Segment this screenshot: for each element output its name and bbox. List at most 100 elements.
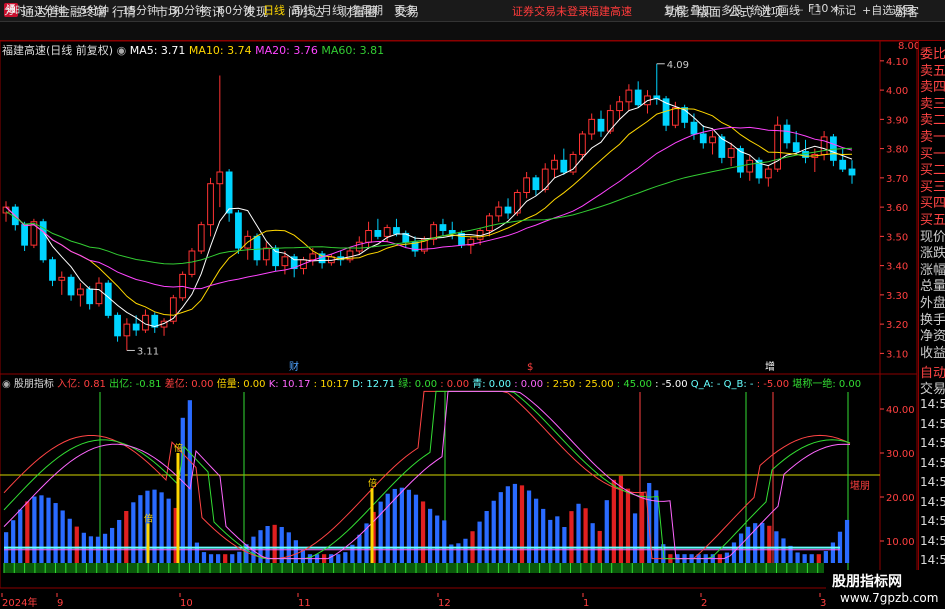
period-1min[interactable]: 1分钟	[36, 2, 65, 18]
low-marker-label: 3.11	[137, 346, 159, 357]
ind-bar-90	[640, 492, 645, 563]
tool-duogu[interactable]: 多股	[721, 2, 743, 18]
ind-bar-47	[336, 554, 341, 563]
ind-bar-116	[823, 551, 828, 563]
period-30min[interactable]: 30分钟	[170, 2, 206, 18]
stock-chart[interactable]: 4.10 4.00 3.90 3.80 3.70 3.60 3.50 3.40 3.30 3.20…	[0, 41, 918, 609]
date-label-6: 2	[701, 598, 707, 609]
ind-bar-110	[781, 538, 786, 563]
ma60-line	[5, 147, 853, 265]
ind-label-2: 20.00	[886, 493, 915, 504]
ind-bar-61	[435, 515, 440, 563]
period-fenshi[interactable]: 分时	[4, 2, 26, 18]
candle-body-25	[235, 212, 242, 249]
ind-bar-71	[505, 486, 510, 563]
ind-bar-18	[131, 502, 136, 563]
period-60min[interactable]: 60分钟	[218, 2, 254, 18]
indicator-settings-icon[interactable]: ◉	[2, 379, 11, 390]
ind-bar-108	[767, 525, 772, 563]
candle-body-78	[727, 148, 735, 158]
trade-time-7: 14:56	[920, 533, 945, 548]
trade-time-1: 14:56	[920, 416, 945, 431]
ind-bar-58	[413, 494, 419, 563]
ind-bar-64	[456, 543, 461, 563]
ind-bar-76	[541, 508, 546, 563]
price-label-4: 3.70	[886, 174, 908, 185]
trade-time-3: 14:56	[920, 455, 945, 470]
period-more[interactable]: 更多	[394, 2, 416, 18]
price-label-9: 3.20	[886, 320, 908, 331]
bei-label-0: 倍	[144, 512, 153, 524]
tool-fuquan[interactable]: 复权	[664, 2, 686, 18]
candle-body-29	[272, 247, 279, 267]
ind-bar-60	[428, 508, 433, 563]
indicator-value-10: : 0.00	[514, 379, 547, 390]
candle-body-76	[709, 136, 716, 144]
ind-bar-54	[385, 493, 390, 563]
candle-body-2	[21, 224, 28, 246]
ind-bar-83	[590, 523, 595, 563]
date-label-0: 2024年	[2, 596, 37, 609]
tool-huaxian[interactable]: 画线	[778, 2, 800, 18]
tool-diejia[interactable]: 叠加	[690, 2, 712, 18]
tool-f10[interactable]: F10	[808, 2, 828, 15]
tool-biaoji[interactable]: 标记	[834, 2, 856, 18]
period-5min[interactable]: 5分钟	[80, 2, 109, 18]
ind-bar-16	[117, 519, 122, 563]
candle-body-60	[560, 159, 568, 173]
ind-label-0: 40.00	[886, 405, 915, 416]
ind-bar-73	[519, 485, 525, 563]
ind-bar-4	[32, 496, 37, 563]
indicator-value-1: 出亿: -0.81	[109, 379, 165, 390]
candle-body-28	[262, 247, 270, 261]
settings-icon[interactable]: ◉	[117, 44, 127, 57]
login-alert[interactable]: 证券交易未登录	[512, 3, 589, 19]
price-label-3: 3.80	[886, 145, 908, 156]
ma5-label: MA5: 3.71	[129, 44, 186, 57]
candle-body-42	[393, 227, 400, 234]
adjust-mode: (日线 前复权)	[46, 44, 114, 57]
stock-alert[interactable]: 福建高速	[588, 3, 632, 19]
indicator-value-14: : -5.00	[655, 379, 691, 390]
tool-tongji[interactable]: 统计	[750, 2, 772, 18]
price-label-6: 3.50	[886, 232, 908, 243]
date-label-1: 9	[57, 598, 63, 609]
candle-body-74	[690, 121, 698, 135]
bei-label-1: 倍	[174, 442, 183, 454]
date-label-5: 1	[583, 598, 589, 609]
ind-inline-label: 堪朋	[850, 480, 870, 492]
candle-body-88	[820, 136, 828, 155]
candle-body-8	[76, 288, 84, 296]
candle-body-14	[132, 323, 140, 331]
date-label-3: 11	[298, 598, 311, 609]
period-daily[interactable]: 日线	[263, 2, 285, 18]
indicator-value-9: 青: 0.00	[472, 379, 515, 390]
indicator-value-16: Q_B: -	[723, 379, 757, 390]
candle-body-12	[114, 314, 121, 337]
ind-bar-79	[562, 527, 567, 563]
date-label-2: 10	[180, 598, 193, 609]
tool-add-watchlist[interactable]: +自选	[862, 2, 893, 18]
ind-bar-62	[442, 520, 447, 563]
ind-label-1: 30.00	[886, 449, 915, 460]
ind-bar-6	[46, 497, 51, 563]
price-label-2: 3.90	[886, 115, 908, 126]
ind-bar-7	[53, 503, 58, 563]
candle-body-47	[439, 224, 447, 232]
period-monthly[interactable]: 月线	[321, 2, 343, 18]
candle-body-21	[197, 224, 205, 252]
ind-bar-70	[498, 492, 503, 563]
candle-body-27	[253, 235, 261, 261]
candle-body-72	[671, 107, 679, 126]
ind-bar-31	[223, 554, 228, 563]
period-weekly[interactable]: 周线	[292, 2, 314, 18]
period-15min[interactable]: 15分钟	[122, 2, 158, 18]
ind-bar-105	[746, 526, 751, 563]
trade-time-6: 14:56	[920, 514, 945, 528]
event-label-2: 增	[765, 360, 775, 373]
period-multi[interactable]: 多周期	[350, 2, 383, 18]
candle-body-90	[839, 159, 847, 170]
period-toolbar	[0, 22, 945, 41]
tool-back[interactable]: 返回	[892, 2, 914, 18]
candle-body-7	[67, 276, 75, 296]
